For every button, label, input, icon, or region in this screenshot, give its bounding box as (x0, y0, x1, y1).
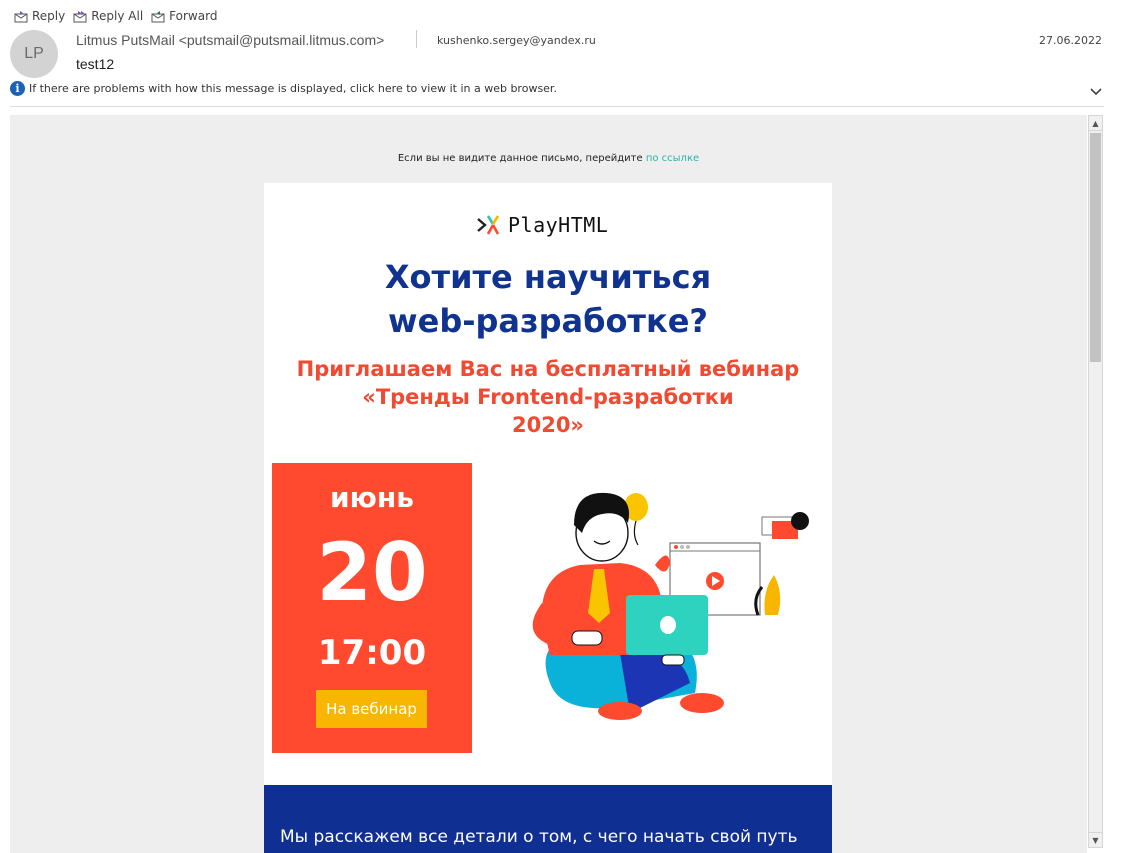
scroll-down-icon[interactable]: ▼ (1089, 832, 1102, 847)
playhtml-logo-icon (477, 215, 500, 235)
scroll-up-icon[interactable]: ▲ (1089, 116, 1102, 131)
message-toolbar: Reply Reply All Forward (14, 6, 217, 26)
info-section-text: Мы расскажем все детали о том, с чего на… (280, 827, 798, 847)
headline-line-2: web-разработке? (388, 302, 708, 340)
event-month: июнь (330, 481, 414, 514)
subheadline: Приглашаем Вас на бесплатный вебинар «Тр… (264, 355, 832, 439)
forward-icon (151, 10, 165, 22)
info-bar[interactable]: i If there are problems with how this me… (10, 81, 557, 96)
reply-all-icon (73, 10, 87, 22)
reply-all-button[interactable]: Reply All (73, 6, 143, 26)
webinar-button[interactable]: На вебинар (316, 690, 427, 728)
message-subject: test12 (76, 56, 115, 72)
sender-avatar: LP (10, 30, 58, 78)
info-icon: i (10, 81, 25, 96)
reply-button[interactable]: Reply (14, 6, 65, 26)
message-date: 27.06.2022 (1039, 34, 1102, 47)
reply-label: Reply (32, 9, 66, 23)
headline-line-1: Хотите научиться (384, 258, 712, 296)
info-section: Мы расскажем все детали о том, с чего на… (264, 785, 832, 853)
info-bar-text: If there are problems with how this mess… (29, 82, 557, 95)
header-divider (416, 30, 417, 48)
scrollbar-thumb[interactable] (1090, 133, 1101, 362)
chevron-down-icon[interactable] (1089, 86, 1103, 98)
event-time: 17:00 (317, 633, 427, 673)
event-day: 20 (316, 526, 428, 619)
header-separator (10, 106, 1104, 107)
developer-illustration (532, 492, 809, 720)
preheader-link[interactable]: по ссылке (646, 153, 699, 164)
event-date-box: июнь 20 17:00 На вебинар (272, 463, 472, 753)
sender-name[interactable]: Litmus PutsMail <putsmail@putsmail.litmu… (76, 32, 384, 48)
logo-text: PlayHTML (508, 213, 609, 237)
forward-button[interactable]: Forward (151, 6, 217, 26)
logo[interactable]: PlayHTML (476, 213, 608, 237)
reply-icon (14, 10, 28, 22)
preheader-text: Если вы не видите данное письмо, перейди… (397, 153, 643, 164)
reply-all-label: Reply All (91, 9, 144, 23)
subheadline-line-3: 2020» (511, 413, 584, 437)
recipient[interactable]: kushenko.sergey@yandex.ru (437, 34, 596, 47)
vertical-scrollbar[interactable]: ▲ ▼ (1088, 115, 1103, 848)
subheadline-line-1: Приглашаем Вас на бесплатный вебинар (296, 357, 800, 381)
headline: Хотите научиться web-разработке? (264, 255, 832, 343)
subheadline-line-2: «Тренды Frontend-разработки (362, 385, 734, 409)
message-body[interactable]: Если вы не видите данное письмо, перейди… (10, 115, 1087, 853)
forward-label: Forward (169, 9, 218, 23)
email-card: PlayHTML Хотите научиться web-разработке… (264, 183, 832, 853)
preheader: Если вы не видите данное письмо, перейди… (10, 153, 1087, 164)
